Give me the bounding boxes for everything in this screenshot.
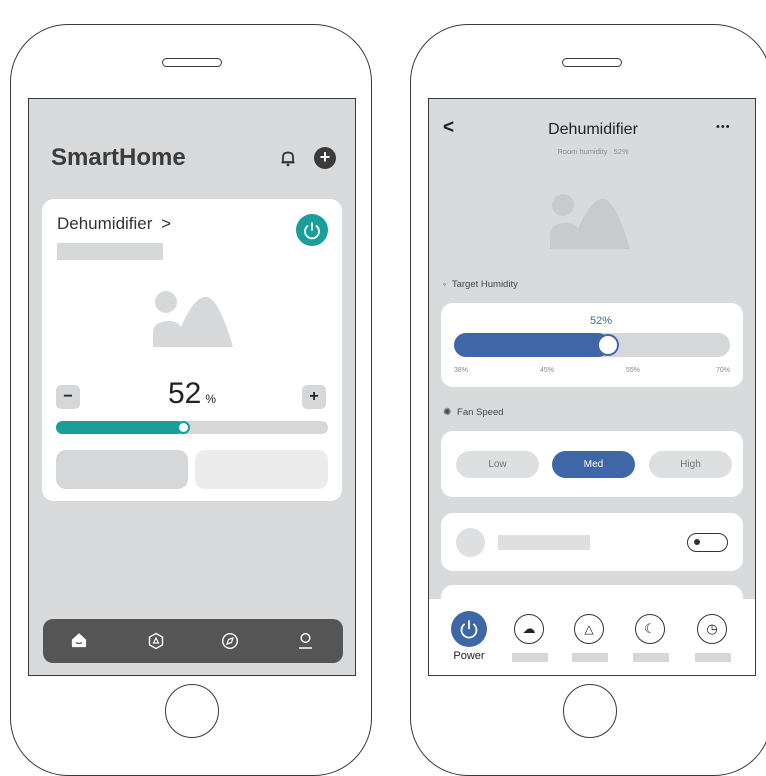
humidity-readout: 52% [142,377,242,411]
left-screen: SmartHome + Dehumidifier > − 52 % + [28,98,356,676]
device-image-icon [153,291,233,347]
right-phone-home-button[interactable] [563,684,617,738]
chevron-right-icon: > [161,214,172,233]
slider-tick: 38% [454,367,469,374]
power-glyph-icon [304,222,320,240]
device-image-icon [550,194,630,249]
scene-icon[interactable] [147,632,165,650]
target-humidity-card: 52% 38% 45% 55% 70% [441,303,743,387]
setting-row-label-placeholder [498,535,590,550]
left-phone: SmartHome + Dehumidifier > − 52 % + [10,24,372,776]
bottom-nav [43,619,343,663]
quick-action-button-2[interactable] [195,450,328,489]
left-phone-speaker [162,58,222,67]
humidity-slider-fill [56,421,184,434]
timer-label-placeholder [695,653,731,662]
discover-icon[interactable] [221,632,239,650]
power-toggle-icon[interactable] [296,214,328,246]
setting-row-icon [456,528,485,557]
target-humidity-header: ◦ Target Humidity [443,279,518,290]
left-phone-home-button[interactable] [165,684,219,738]
fan-speed-label: Fan Speed [457,407,504,418]
page-subtitle: Room humidity 52% [557,147,629,156]
setting-toggle[interactable] [687,533,728,552]
bottom-control-bar: Power ☁ △ ☾ ◷ [429,599,755,675]
droplet-icon: ◦ [443,279,447,289]
add-device-icon[interactable]: + [314,147,336,169]
device-status-placeholder [57,243,163,260]
timer-icon: ◷ [706,621,718,636]
fan-option-low[interactable]: Low [456,451,539,478]
slider-tick: 55% [626,367,641,374]
decrease-button[interactable]: − [56,385,80,409]
home-icon[interactable] [71,632,87,648]
drain-icon: △ [584,622,594,636]
target-humidity-thumb[interactable] [597,334,619,356]
humidity-value: 52 [167,377,202,410]
sleep-button[interactable]: ☾ [635,614,665,644]
profile-icon[interactable] [297,632,314,650]
timer-button[interactable]: ◷ [697,614,727,644]
target-humidity-fill [454,333,610,357]
sleep-label-placeholder [633,653,669,662]
device-name-label: Dehumidifier [57,214,153,233]
power-button[interactable] [451,611,487,647]
mode-button[interactable]: ☁ [514,614,544,644]
fan-option-high[interactable]: High [649,451,732,478]
humidity-slider-thumb[interactable] [177,421,190,434]
setting-toggle-knob [694,539,700,545]
slider-tick: 70% [715,367,730,374]
app-title: SmartHome [51,144,186,171]
mode-icon: ☁ [522,621,536,636]
slider-tick: 45% [540,367,555,374]
increase-button[interactable]: + [302,385,326,409]
power-icon [460,620,478,639]
right-screen: < Dehumidifier Room humidity 52% ••• ◦ T… [428,98,756,676]
slider-tick-labels: 38% 45% 55% 70% [454,367,730,377]
fan-icon: ✺ [443,407,452,418]
drain-label-placeholder [572,653,608,662]
more-options-icon[interactable]: ••• [716,121,731,133]
humidity-unit: % [205,392,217,406]
fan-speed-card: Low Med High [441,431,743,497]
humidity-slider[interactable] [56,421,328,434]
bell-icon[interactable] [280,150,296,167]
target-humidity-label: Target Humidity [451,279,518,290]
sleep-icon: ☾ [644,621,656,636]
right-phone-speaker [562,58,622,67]
power-label: Power [453,650,485,662]
right-phone: < Dehumidifier Room humidity 52% ••• ◦ T… [410,24,766,776]
fan-speed-header: ✺ Fan Speed [443,407,504,418]
device-name[interactable]: Dehumidifier > [57,214,171,234]
fan-option-med[interactable]: Med [552,451,635,478]
mode-label-placeholder [512,653,548,662]
page-title: Dehumidifier [548,121,638,138]
device-card[interactable]: Dehumidifier > − 52% + [42,199,342,501]
quick-action-button-1[interactable] [56,450,188,489]
setting-row-card [441,513,743,571]
drain-button[interactable]: △ [574,614,604,644]
target-value-label: 52% [590,315,613,327]
target-humidity-slider[interactable] [454,333,730,357]
